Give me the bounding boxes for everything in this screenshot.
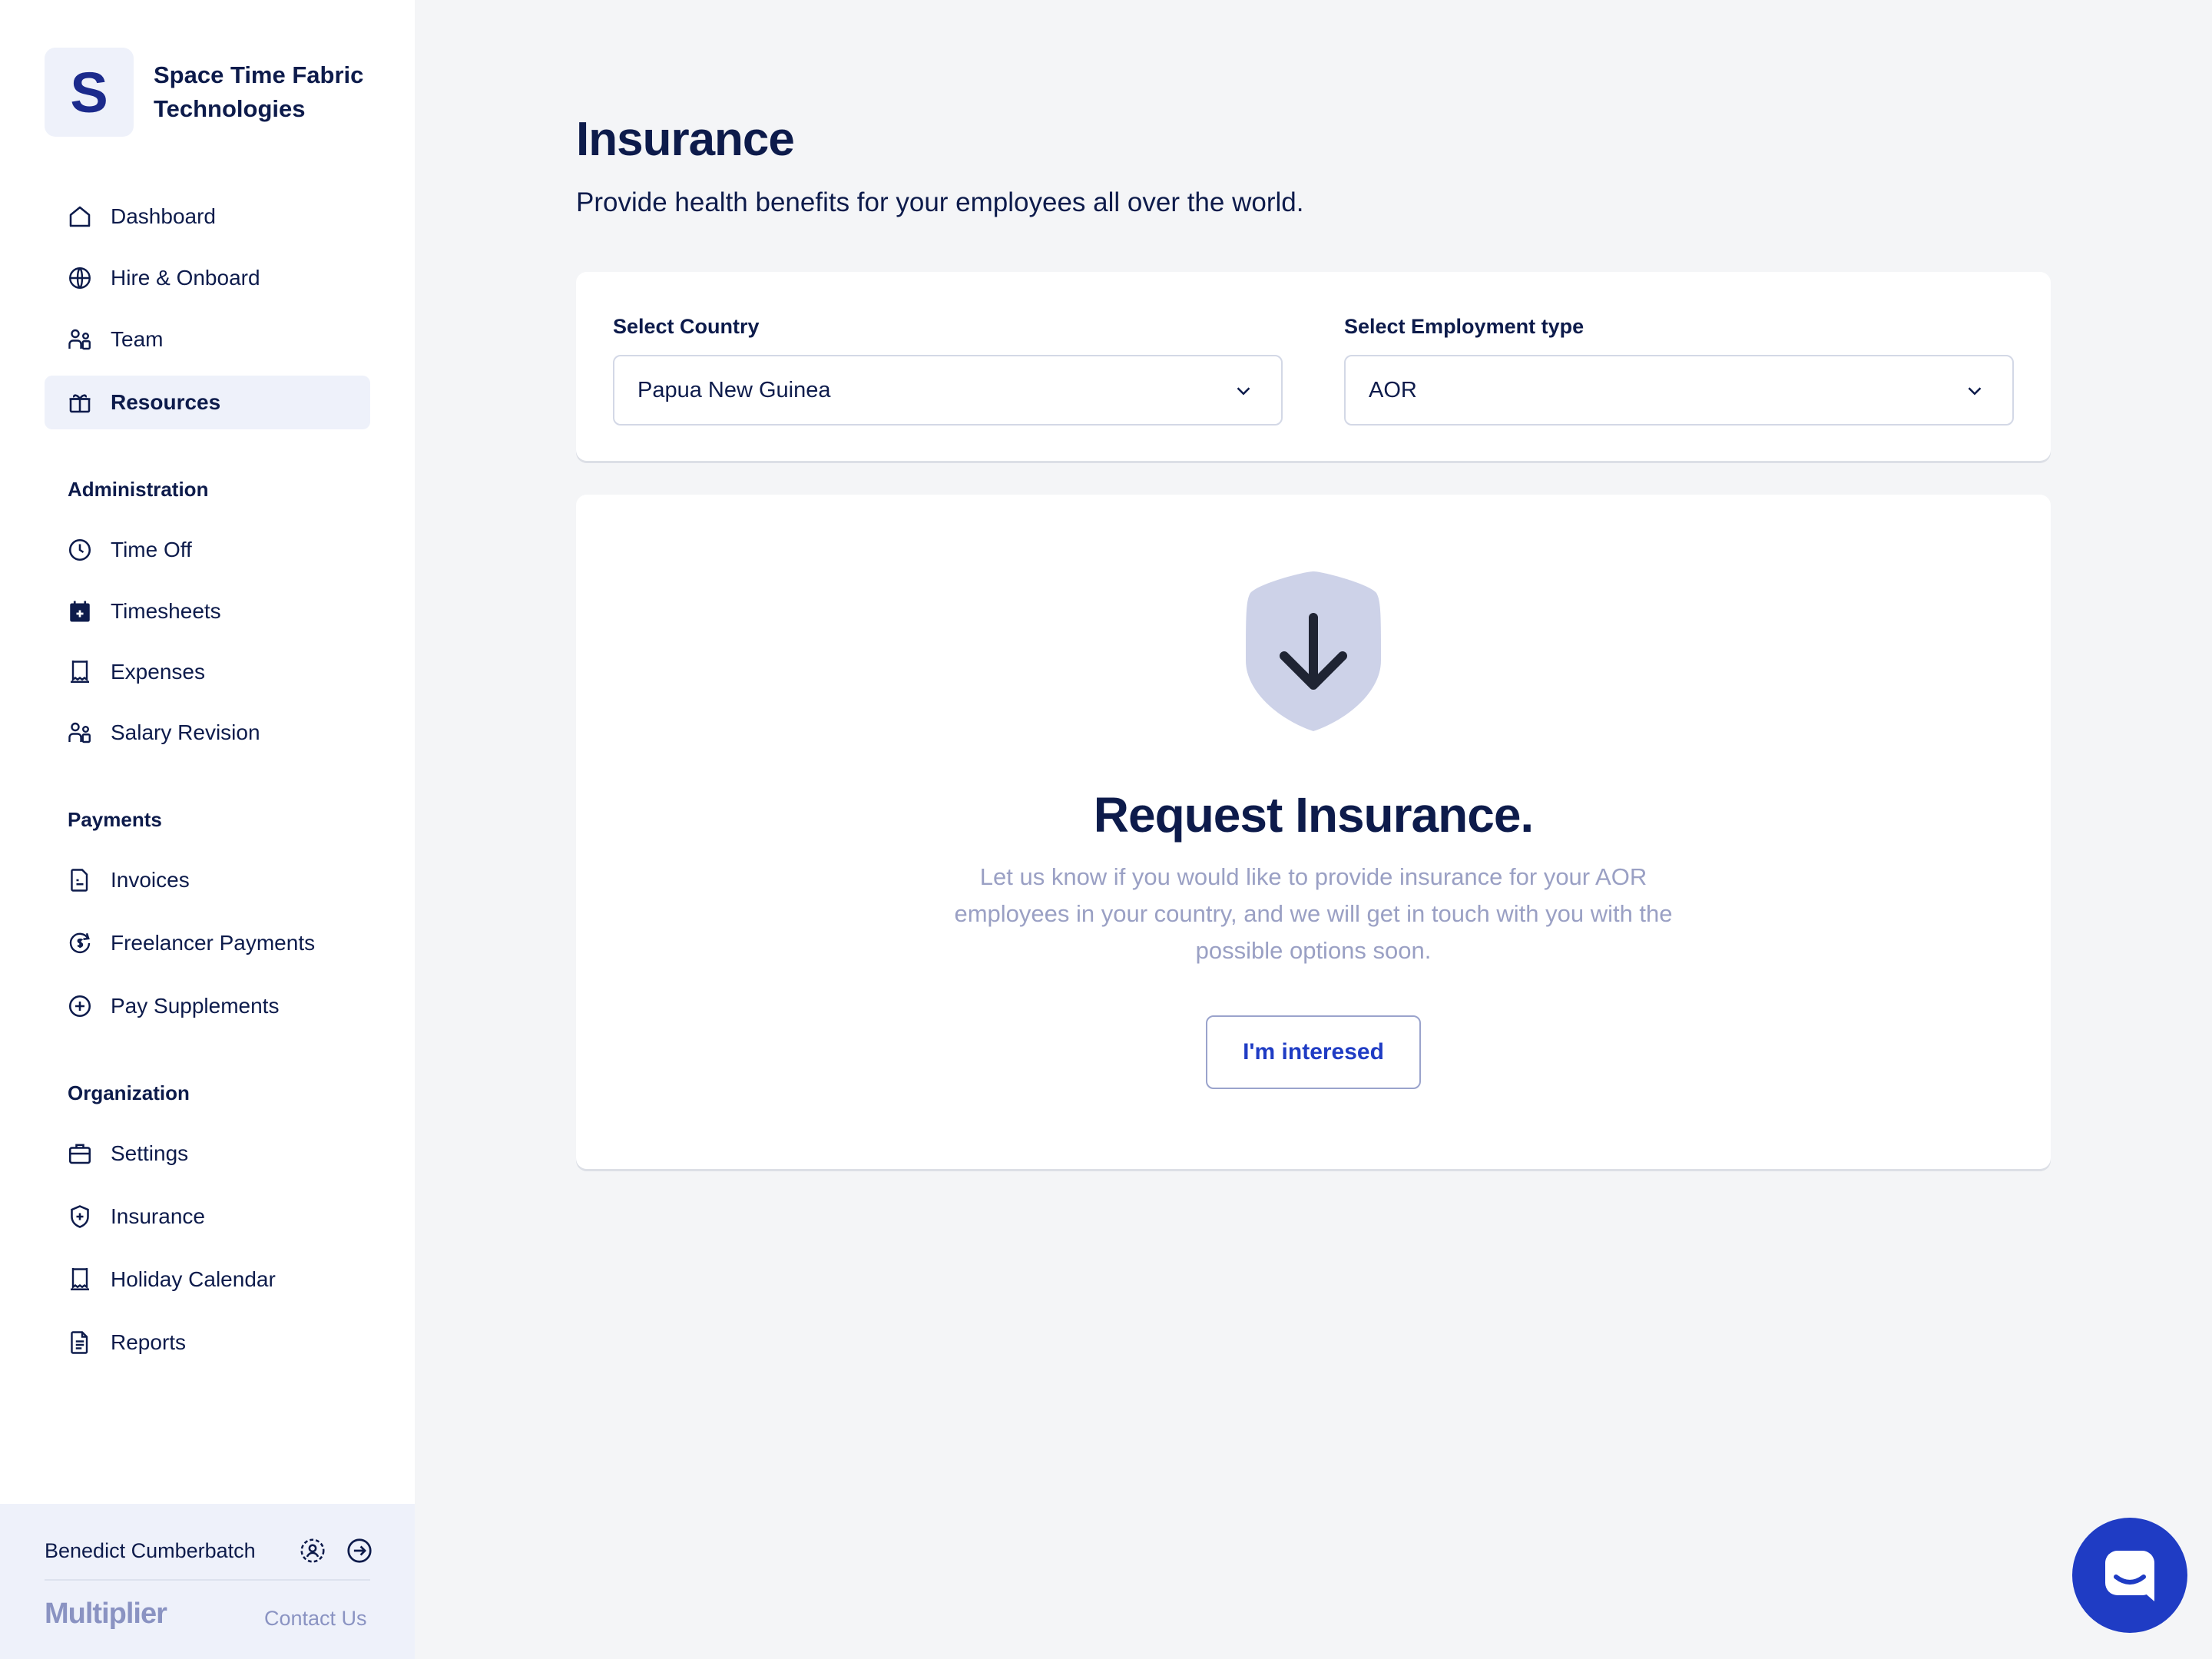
clock-icon xyxy=(66,536,94,564)
sidebar-item-pay-supplements[interactable]: Pay Supplements xyxy=(45,979,370,1033)
country-label: Select Country xyxy=(613,315,760,338)
sidebar-item-hire-onboard[interactable]: Hire & Onboard xyxy=(45,251,370,305)
logout-icon[interactable] xyxy=(345,1536,374,1565)
globe-icon xyxy=(66,264,94,292)
sidebar-item-freelancer-payments[interactable]: Freelancer Payments xyxy=(45,916,370,970)
request-description: Let us know if you would like to provide… xyxy=(954,863,1673,964)
section-title-organization: Organization xyxy=(68,1081,190,1104)
sidebar-footer: Benedict Cumberbatch Multiplier Contact … xyxy=(0,1504,415,1659)
section-title-payments: Payments xyxy=(68,808,162,831)
sidebar-item-label: Pay Supplements xyxy=(111,994,280,1018)
sidebar-item-salary-revision[interactable]: Salary Revision xyxy=(45,706,370,760)
sidebar-item-resources[interactable]: Resources xyxy=(45,376,370,429)
plus-circle-icon xyxy=(66,992,94,1020)
section-title-administration: Administration xyxy=(68,478,209,501)
sidebar-item-label: Timesheets xyxy=(111,599,221,623)
sidebar-item-holiday-calendar[interactable]: Holiday Calendar xyxy=(45,1253,370,1306)
sidebar-item-label: Resources xyxy=(111,390,221,414)
calendar-plus-icon xyxy=(66,598,94,625)
im-interested-button[interactable]: I'm interesed xyxy=(1206,1015,1421,1089)
home-icon xyxy=(66,203,94,230)
sidebar-item-label: Time Off xyxy=(111,538,192,561)
sidebar-item-label: Dashboard xyxy=(111,204,216,228)
shield-download-icon xyxy=(1246,571,1381,731)
multiplier-logo: Multiplier xyxy=(45,1598,167,1630)
receipt-icon xyxy=(66,658,94,686)
page-subtitle: Provide health benefits for your employe… xyxy=(576,187,1304,217)
contact-us-link[interactable]: Contact Us xyxy=(264,1607,367,1631)
sidebar-item-label: Insurance xyxy=(111,1204,205,1228)
sidebar-item-invoices[interactable]: Invoices xyxy=(45,853,370,907)
document-icon xyxy=(66,1329,94,1356)
sidebar-item-insurance[interactable]: Insurance xyxy=(45,1190,370,1243)
sidebar-item-timesheets[interactable]: Timesheets xyxy=(45,584,370,638)
employment-type-select-value: AOR xyxy=(1369,377,1417,402)
team-icon xyxy=(66,719,94,747)
sidebar-item-settings[interactable]: Settings xyxy=(45,1127,370,1181)
sidebar-item-dashboard[interactable]: Dashboard xyxy=(45,190,370,243)
employment-type-label: Select Employment type xyxy=(1344,315,1584,338)
company-avatar: S xyxy=(45,48,134,137)
sidebar-item-expenses[interactable]: Expenses xyxy=(45,645,370,699)
shield-plus-icon xyxy=(66,1203,94,1230)
country-select-value: Papua New Guinea xyxy=(637,377,831,402)
sidebar-item-label: Hire & Onboard xyxy=(111,266,260,290)
sidebar-item-label: Reports xyxy=(111,1330,187,1354)
receipt-icon xyxy=(66,1266,94,1293)
sidebar-item-label: Settings xyxy=(111,1141,189,1165)
sidebar-item-time-off[interactable]: Time Off xyxy=(45,523,370,577)
gift-icon xyxy=(66,389,94,416)
country-select[interactable]: Papua New Guinea xyxy=(613,355,1283,426)
sidebar: S Space Time Fabric Technologies Dashboa… xyxy=(0,0,415,1659)
sidebar-item-reports[interactable]: Reports xyxy=(45,1316,370,1369)
sidebar-item-label: Expenses xyxy=(111,660,205,684)
chat-launcher-button[interactable] xyxy=(2072,1518,2187,1633)
sidebar-item-label: Freelancer Payments xyxy=(111,931,316,955)
briefcase-icon xyxy=(66,1140,94,1167)
chevron-down-icon xyxy=(1232,379,1255,402)
chevron-down-icon xyxy=(1963,379,1986,402)
company-brand[interactable]: S Space Time Fabric Technologies xyxy=(45,48,384,137)
company-name: Space Time Fabric Technologies xyxy=(154,61,364,122)
sidebar-item-label: Team xyxy=(111,327,164,351)
sidebar-item-team[interactable]: Team xyxy=(45,313,370,366)
user-switch-icon[interactable] xyxy=(298,1536,327,1565)
sidebar-item-label: Invoices xyxy=(111,868,190,892)
page-title: Insurance xyxy=(576,113,795,166)
request-title: Request Insurance. xyxy=(1093,787,1534,843)
chat-icon xyxy=(2105,1551,2154,1601)
footer-divider xyxy=(45,1579,370,1581)
sidebar-item-label: Holiday Calendar xyxy=(111,1267,276,1291)
team-icon xyxy=(66,326,94,353)
invoice-icon xyxy=(66,866,94,894)
sidebar-item-label: Salary Revision xyxy=(111,720,260,744)
filter-card: Select Country Papua New Guinea Select E… xyxy=(576,272,2051,461)
employment-type-select[interactable]: AOR xyxy=(1344,355,2014,426)
user-name: Benedict Cumberbatch xyxy=(45,1539,256,1562)
dollar-refresh-icon xyxy=(66,929,94,957)
request-insurance-card: Request Insurance. Let us know if you wo… xyxy=(576,495,2051,1169)
